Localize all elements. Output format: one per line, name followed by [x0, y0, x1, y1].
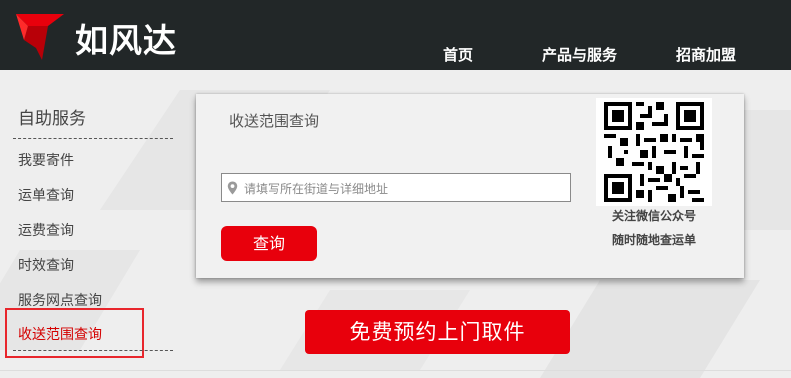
address-input-placeholder: 请填写所在街道与详细地址 — [244, 182, 389, 196]
sidebar-divider-bottom — [13, 350, 173, 351]
nav-item-products-services[interactable]: 产品与服务 — [542, 44, 617, 65]
sidebar-item-timeliness-query[interactable]: 时效查询 — [18, 255, 74, 275]
address-input[interactable]: 请填写所在街道与详细地址 — [221, 173, 571, 202]
brand-name[interactable]: 如风达 — [75, 14, 177, 62]
sidebar-item-freight-query[interactable]: 运费查询 — [18, 220, 74, 240]
content-bottom-divider — [0, 370, 791, 371]
qr-caption-track-anytime: 随时随地查运单 — [611, 233, 696, 247]
book-free-pickup-button[interactable]: 免费预约上门取件 — [305, 310, 570, 354]
query-button[interactable]: 查询 — [221, 226, 317, 261]
nav-item-home[interactable]: 首页 — [443, 44, 473, 65]
sidebar-title: 自助服务 — [18, 109, 86, 129]
delivery-range-panel: 收送范围查询 请填写所在街道与详细地址 查询 关注微信公众号 随时随地查运单 — [196, 94, 744, 278]
wechat-qr-code — [596, 98, 712, 206]
panel-title: 收送范围查询 — [229, 112, 320, 130]
sidebar-divider — [13, 138, 173, 139]
qr-code-icon — [604, 102, 704, 202]
header-bar: 如风达 首页 产品与服务 招商加盟 — [0, 0, 791, 70]
qr-caption-follow-wechat: 关注微信公众号 — [611, 209, 696, 223]
nav-item-franchise[interactable]: 招商加盟 — [676, 44, 736, 65]
sidebar-item-send-package[interactable]: 我要寄件 — [18, 150, 74, 170]
sidebar-item-service-outlet-query[interactable]: 服务网点查询 — [18, 290, 102, 310]
sidebar-item-waybill-query[interactable]: 运单查询 — [18, 185, 74, 205]
location-pin-icon — [227, 181, 238, 195]
brand-logo-icon — [16, 14, 64, 60]
